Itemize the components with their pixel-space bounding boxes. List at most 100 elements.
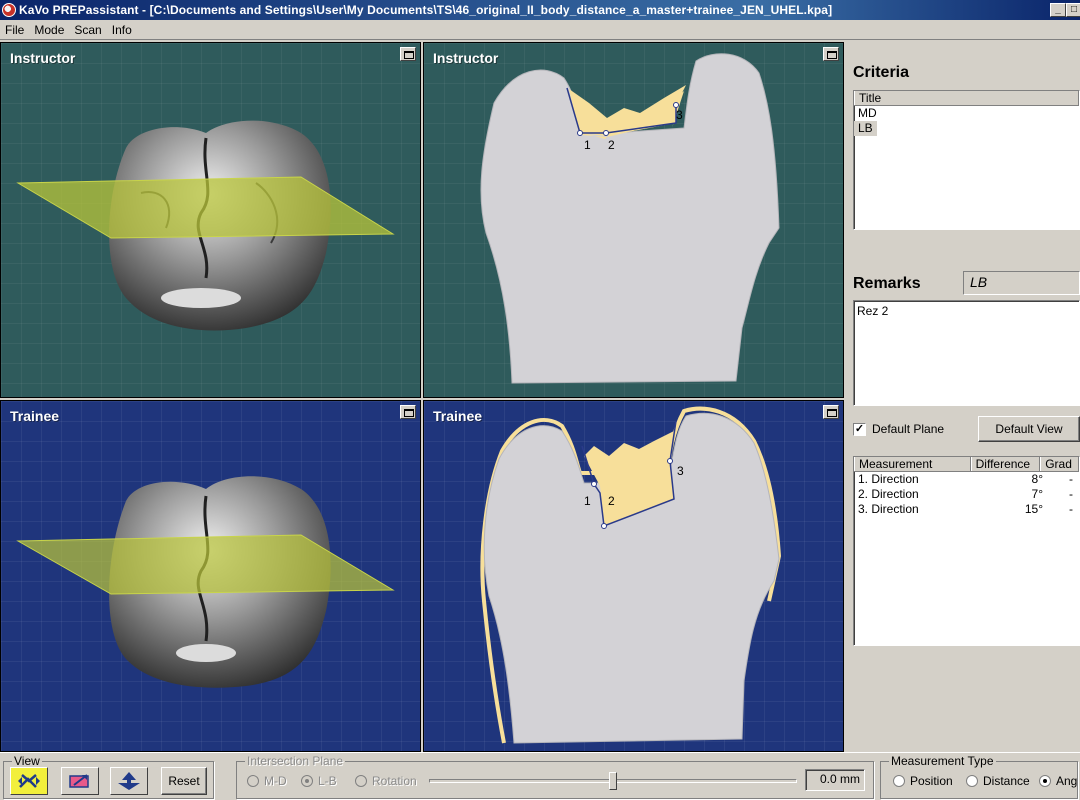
view-group: View Reset — [3, 754, 214, 799]
measurement-grade: - — [1069, 472, 1073, 486]
intersection-group-label: Intersection Plane — [245, 754, 346, 768]
radio-angle-label: Ang — [1056, 774, 1078, 788]
measurement-table[interactable]: Measurement Difference Grad 1. Direction… — [853, 456, 1080, 646]
menu-info[interactable]: Info — [107, 23, 137, 37]
measurement-point[interactable] — [591, 481, 597, 487]
measurement-type-group: Measurement Type Position Distance Ang — [880, 754, 1078, 799]
maximize-icon[interactable]: □ — [1066, 3, 1080, 17]
intersection-plane — [16, 176, 395, 239]
instructor-section-viewport[interactable]: 1 2 3 Instructor — [423, 42, 844, 398]
criteria-item-lb: LB — [854, 121, 877, 136]
point-label-3: 3 — [677, 464, 684, 478]
table-row[interactable]: 1. Direction 8° - — [854, 472, 1079, 487]
menu-scan[interactable]: Scan — [69, 23, 106, 37]
radio-distance[interactable]: Distance — [966, 774, 1030, 788]
radio-lb[interactable]: L-B — [301, 774, 337, 788]
criteria-item-md: MD — [858, 106, 877, 120]
title-bar: KaVo PREPassistant - [C:\Documents and S… — [0, 0, 1080, 20]
window-title: KaVo PREPassistant - [C:\Documents and S… — [19, 3, 833, 17]
intersection-plane — [16, 534, 395, 595]
measurement-point[interactable] — [577, 130, 583, 136]
app-logo-icon — [2, 3, 16, 17]
list-item[interactable]: LB — [854, 121, 1079, 136]
radio-md-label: M-D — [264, 774, 287, 788]
tooth-highlight — [176, 644, 236, 662]
measurement-name: 1. Direction — [858, 472, 919, 486]
radio-md[interactable]: M-D — [247, 774, 287, 788]
menu-file[interactable]: File — [0, 23, 29, 37]
table-row[interactable]: 2. Direction 7° - — [854, 487, 1079, 502]
list-item[interactable]: MD — [854, 106, 1079, 121]
point-label-1: 1 — [584, 494, 591, 508]
measurement-point[interactable] — [667, 458, 673, 464]
app-window: KaVo PREPassistant - [C:\Documents and S… — [0, 0, 1080, 800]
trainee-section-viewport[interactable]: 1 2 3 Trainee — [423, 400, 844, 752]
trainee-3d-viewport[interactable]: Trainee — [0, 400, 421, 752]
radio-rotation-label: Rotation — [372, 774, 417, 788]
bottom-toolbar: View Reset Intersection Plane M-D L-B Ro… — [0, 752, 1080, 800]
reset-button[interactable]: Reset — [161, 767, 207, 795]
point-label-2: 2 — [608, 494, 615, 508]
tooth-section-shape — [480, 53, 780, 384]
maximize-viewport-icon[interactable] — [823, 47, 839, 61]
radio-rotation[interactable]: Rotation — [355, 774, 417, 788]
radio-lb-label: L-B — [318, 774, 337, 788]
default-plane-label: Default Plane — [872, 422, 945, 436]
maximize-viewport-icon[interactable] — [823, 405, 839, 419]
remarks-text: Rez 2 — [857, 304, 889, 318]
right-panel: Criteria Title MD LB Remarks LB Rez 2 ✓ … — [846, 42, 1080, 752]
trainee-3d-render — [16, 476, 395, 688]
measurement-grade: - — [1069, 487, 1073, 501]
point-label-3: 3 — [676, 108, 683, 122]
default-view-button[interactable]: Default View — [978, 416, 1080, 442]
maximize-viewport-icon[interactable] — [400, 47, 416, 61]
measurement-name: 2. Direction — [858, 487, 919, 501]
point-label-2: 2 — [608, 138, 615, 152]
plane-slider-thumb[interactable] — [609, 772, 617, 790]
instructor-section-render: 1 2 3 — [480, 53, 780, 384]
zoom-icon[interactable] — [110, 767, 148, 795]
remarks-criteria-field[interactable]: LB — [963, 271, 1080, 295]
measurement-grade: - — [1069, 502, 1073, 516]
criteria-list[interactable]: Title MD LB — [853, 90, 1080, 230]
plane-offset-value[interactable]: 0.0 mm — [805, 769, 865, 791]
measurement-point[interactable] — [601, 523, 607, 529]
trainee-section-render: 1 2 3 — [480, 406, 782, 744]
cavity-preparation-fill — [569, 85, 686, 136]
measurement-difference: 7° — [1031, 487, 1043, 501]
measurement-point[interactable] — [603, 130, 609, 136]
measurement-difference: 15° — [1024, 502, 1043, 516]
column-measurement[interactable]: Measurement — [854, 457, 971, 471]
viewport-label: Trainee — [433, 408, 483, 424]
default-plane-checkbox[interactable]: ✓ — [853, 423, 866, 436]
menu-mode[interactable]: Mode — [29, 23, 69, 37]
pan-icon[interactable] — [61, 767, 99, 795]
maximize-viewport-icon[interactable] — [400, 405, 416, 419]
instructor-3d-render — [16, 120, 395, 331]
point-label-1: 1 — [584, 138, 591, 152]
view-group-label: View — [12, 754, 42, 768]
radio-angle[interactable]: Ang — [1039, 774, 1077, 788]
tooth-highlight — [161, 288, 241, 308]
minimize-icon[interactable]: _ — [1050, 3, 1066, 17]
measurement-table-header: Measurement Difference Grad — [854, 457, 1079, 472]
intersection-plane-group: Intersection Plane M-D L-B Rotation 0.0 … — [236, 754, 874, 799]
measurement-point[interactable] — [673, 102, 679, 108]
viewport-label: Instructor — [433, 50, 499, 66]
remarks-textarea[interactable]: Rez 2 — [853, 300, 1080, 406]
remarks-heading: Remarks — [853, 275, 921, 292]
radio-distance-label: Distance — [983, 774, 1030, 788]
column-grade[interactable]: Grad — [1040, 457, 1079, 471]
radio-position-label: Position — [910, 774, 953, 788]
criteria-heading: Criteria — [853, 64, 910, 81]
rotate-icon[interactable] — [10, 767, 48, 795]
criteria-column-title[interactable]: Title — [854, 91, 1079, 105]
measurement-difference: 8° — [1031, 472, 1043, 486]
column-difference[interactable]: Difference — [970, 457, 1041, 471]
measurement-name: 3. Direction — [858, 502, 919, 516]
measurement-type-label: Measurement Type — [889, 754, 996, 768]
table-row[interactable]: 3. Direction 15° - — [854, 502, 1079, 517]
viewport-label: Instructor — [10, 50, 76, 66]
radio-position[interactable]: Position — [893, 774, 953, 788]
instructor-3d-viewport[interactable]: Instructor — [0, 42, 421, 398]
